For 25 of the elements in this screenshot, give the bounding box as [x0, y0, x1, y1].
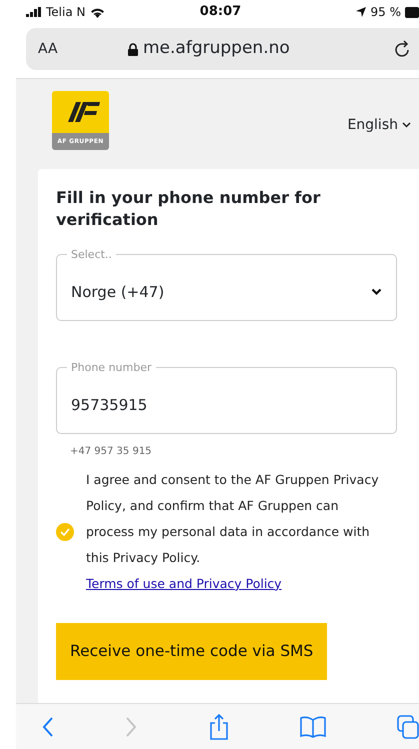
consent-checkbox[interactable] — [56, 522, 74, 541]
battery-percent: 95 % — [370, 4, 401, 21]
location-arrow-icon — [356, 7, 366, 17]
consent-text: I agree and consent to the AF Gruppen Privacy Policy, and confirm that AF Gruppen can process my personal data in accordance with this Privacy Policy. Terms of use and Privacy Policy — [86, 470, 380, 593]
chevron-down-icon — [402, 122, 411, 128]
formatted-number-hint: +47 957 35 915 — [69, 444, 153, 459]
chevron-down-icon — [371, 288, 382, 296]
address-bar[interactable]: me.afgruppen.no — [143, 36, 290, 62]
back-icon[interactable] — [42, 716, 54, 738]
clock: 08:07 — [200, 3, 242, 22]
share-icon[interactable] — [208, 714, 228, 740]
text-size-button[interactable]: AA — [38, 38, 128, 60]
book-icon[interactable] — [300, 716, 326, 738]
form-title: Fill in your phone number for verification — [56, 187, 322, 232]
language-selector[interactable]: English — [347, 114, 411, 136]
terms-link[interactable]: Terms of use and Privacy Policy — [86, 576, 282, 591]
signal-icon — [26, 7, 42, 17]
send-sms-button[interactable]: Receive one-time code via SMS — [56, 622, 328, 680]
wifi-icon — [90, 6, 104, 18]
tabs-icon[interactable] — [397, 714, 419, 738]
lock-icon — [128, 42, 138, 56]
check-icon — [60, 528, 70, 536]
battery-icon — [404, 6, 419, 18]
carrier: Telia N — [46, 4, 86, 21]
reload-icon[interactable] — [395, 40, 411, 58]
